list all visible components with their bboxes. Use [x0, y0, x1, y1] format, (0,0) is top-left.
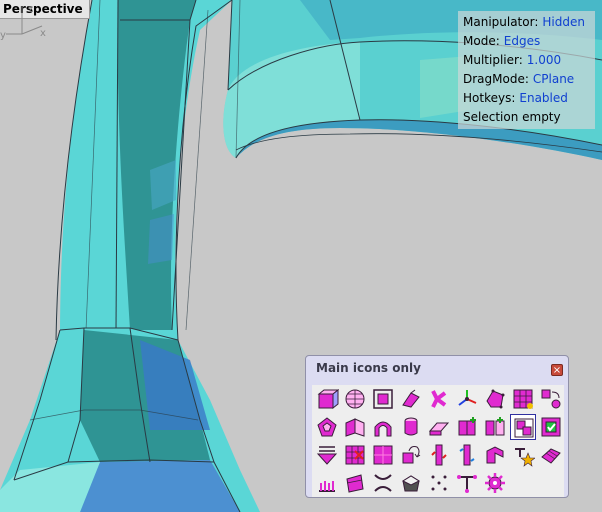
axis-y-label: y	[0, 30, 6, 41]
split-face-icon[interactable]	[482, 414, 508, 440]
insert-edge-icon[interactable]	[454, 414, 480, 440]
manipulator-value[interactable]: Hidden	[542, 15, 585, 29]
palette-row	[312, 385, 564, 413]
dots-icon[interactable]	[426, 470, 452, 496]
flag-icon[interactable]	[342, 470, 368, 496]
palette-title[interactable]: Main icons only	[316, 361, 421, 375]
axis-x-label: x	[40, 28, 46, 39]
arch-icon[interactable]	[370, 414, 396, 440]
quad-grid-icon[interactable]	[370, 442, 396, 468]
stitch-icon[interactable]	[314, 442, 340, 468]
dragmode-value[interactable]: CPlane	[533, 72, 574, 86]
cage-box-icon[interactable]	[370, 386, 396, 412]
hud-label: Hotkeys:	[463, 91, 516, 105]
world-axes-icon: z y x	[0, 4, 46, 41]
hud-label: Mode:	[463, 34, 500, 48]
main-icons-palette[interactable]: Main icons only ×	[305, 355, 569, 498]
gumball-icon[interactable]	[454, 386, 480, 412]
comb-icon[interactable]	[314, 470, 340, 496]
hud-label: Manipulator:	[463, 15, 539, 29]
hud-label: DragMode:	[463, 72, 529, 86]
tube-icon[interactable]	[454, 442, 480, 468]
gear-icon[interactable]	[482, 470, 508, 496]
hud-row-dragmode: DragMode: CPlane	[463, 70, 595, 89]
branch-icon[interactable]	[426, 386, 452, 412]
pinch-icon[interactable]	[370, 470, 396, 496]
palette-row	[312, 469, 564, 497]
mode-value[interactable]: Edges	[504, 34, 540, 48]
hud-row-hotkeys: Hotkeys: Enabled	[463, 89, 595, 108]
palette-row	[312, 413, 564, 441]
bridge-icon[interactable]	[510, 414, 536, 440]
delete-face-icon[interactable]	[342, 442, 368, 468]
hud-row-mode: Mode: Edges	[463, 32, 595, 51]
pentagon-icon[interactable]	[314, 414, 340, 440]
hotkeys-value[interactable]: Enabled	[519, 91, 568, 105]
grid-points-icon[interactable]	[510, 386, 536, 412]
tee-icon[interactable]	[454, 470, 480, 496]
bend-icon[interactable]	[482, 442, 508, 468]
extrude-icon[interactable]	[398, 386, 424, 412]
selection-status: Selection empty	[463, 110, 561, 124]
palette-icon-grid	[312, 385, 564, 497]
loop-icon[interactable]	[398, 442, 424, 468]
cube-shade-icon[interactable]	[398, 470, 424, 496]
star-transform-icon[interactable]	[510, 442, 536, 468]
hud-row-manipulator: Manipulator: Hidden	[463, 13, 595, 32]
hud-row-multiplier: Multiplier: 1.000	[463, 51, 595, 70]
pipe-icon[interactable]	[426, 442, 452, 468]
rotate-icon[interactable]	[538, 386, 564, 412]
flat-patch-icon[interactable]	[538, 442, 564, 468]
box-icon[interactable]	[314, 386, 340, 412]
cylinder-icon[interactable]	[398, 414, 424, 440]
sphere-icon[interactable]	[342, 386, 368, 412]
subd-patch-icon[interactable]	[482, 386, 508, 412]
crease-icon[interactable]	[426, 414, 452, 440]
axis-z-label: z	[28, 4, 33, 15]
hud-label: Multiplier:	[463, 53, 523, 67]
multiplier-value[interactable]: 1.000	[527, 53, 561, 67]
checkmark-icon[interactable]	[538, 414, 564, 440]
close-icon[interactable]: ×	[551, 364, 563, 376]
manipulator-hud: Manipulator: Hidden Mode: Edges Multiplier…	[458, 11, 595, 129]
palette-row	[312, 441, 564, 469]
fold-icon[interactable]	[342, 414, 368, 440]
